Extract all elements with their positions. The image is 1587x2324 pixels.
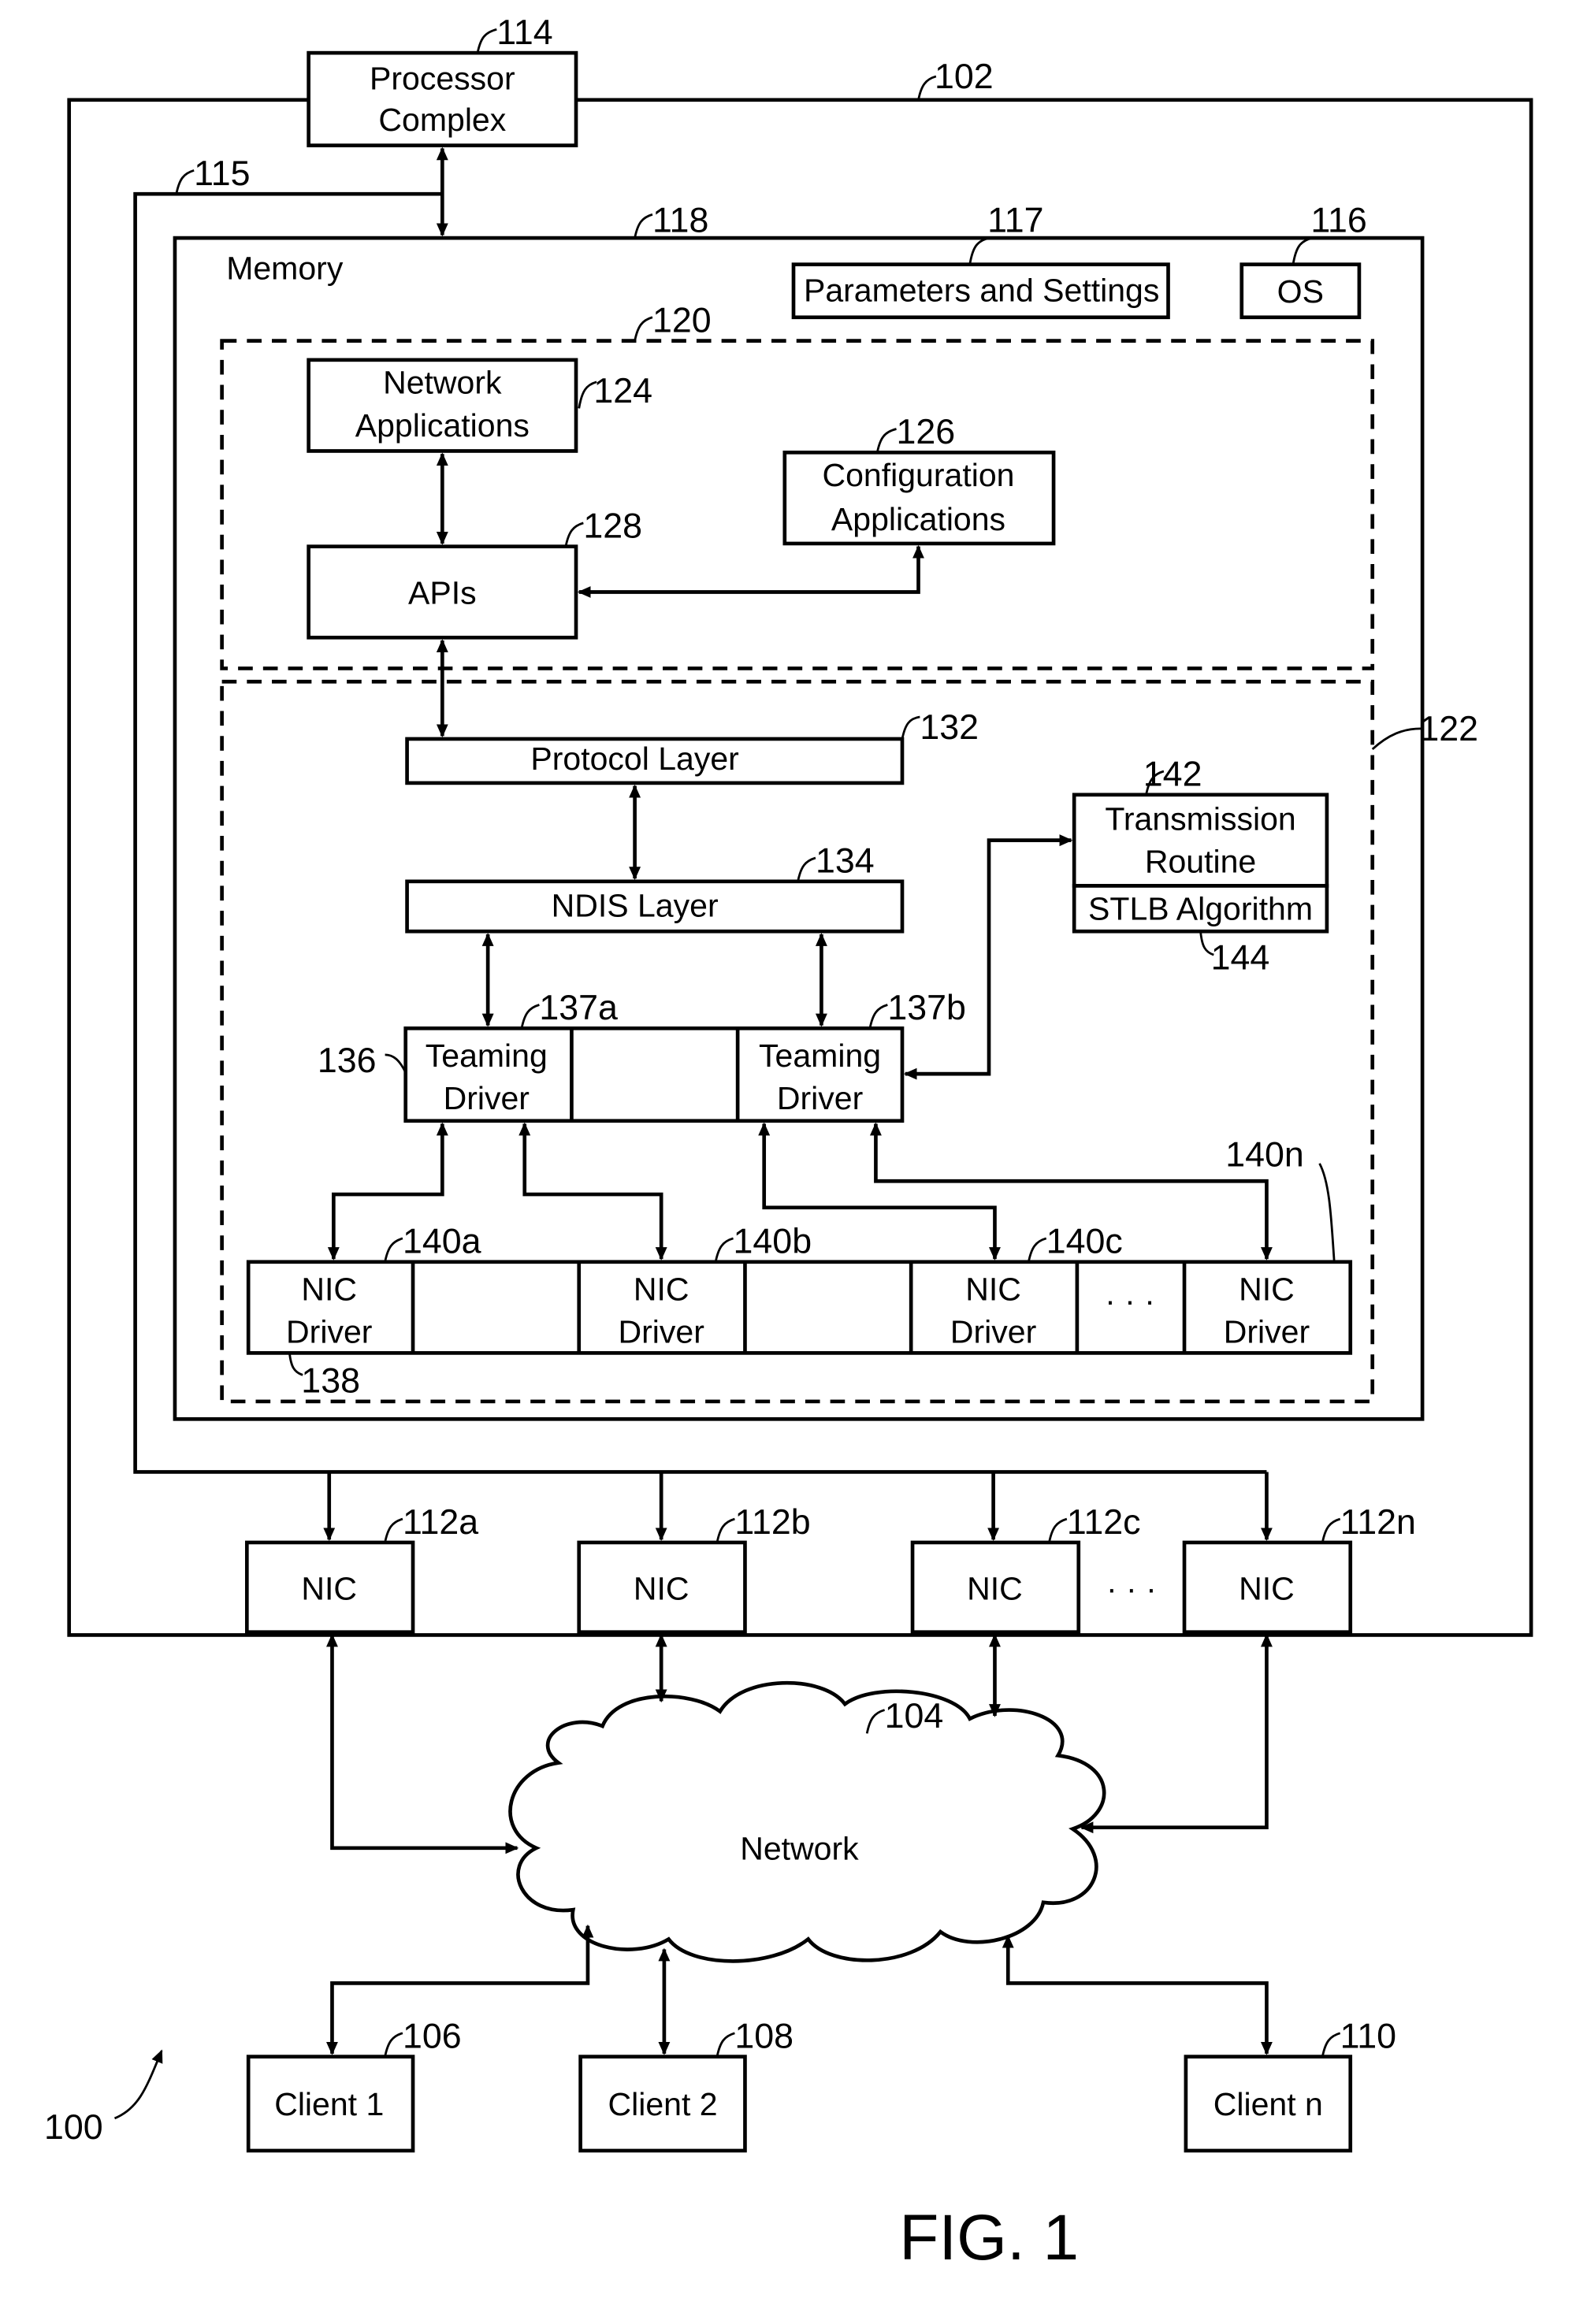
teaming-a-label-2: Driver xyxy=(444,1080,530,1116)
teaming-b-label-2: Driver xyxy=(777,1080,863,1116)
nic-a-network-arrow xyxy=(326,1633,519,1854)
ref-112n: 112n xyxy=(1340,1502,1416,1542)
apis-config-arrow xyxy=(577,544,924,598)
nic-b-label: NIC xyxy=(634,1571,689,1607)
nic-driver-c-2: Driver xyxy=(950,1313,1036,1349)
ref-118: 118 xyxy=(652,201,708,240)
client2-label: Client 2 xyxy=(608,2086,718,2122)
ref-137b: 137b xyxy=(887,988,966,1027)
ref-115: 115 xyxy=(194,154,250,193)
patent-figure: Processor Complex Memory Parameters and … xyxy=(0,0,1587,2324)
ref-112c: 112c xyxy=(1067,1502,1141,1542)
config-apps-label-2: Applications xyxy=(831,501,1005,537)
ref-106: 106 xyxy=(403,2016,462,2055)
nic-driver-n-2: Driver xyxy=(1224,1313,1310,1349)
nic-driver-n-1: NIC xyxy=(1239,1271,1295,1307)
ref-108: 108 xyxy=(734,2016,794,2055)
ref-104: 104 xyxy=(885,1696,944,1736)
ndis-layer-label: NDIS Layer xyxy=(552,888,719,924)
ref-117: 117 xyxy=(987,201,1043,240)
ref-136: 136 xyxy=(318,1041,377,1080)
ref-144: 144 xyxy=(1211,938,1270,978)
transmission-label-2: Routine xyxy=(1145,844,1256,880)
ref-112a: 112a xyxy=(403,1502,478,1542)
nic-driver-a-2: Driver xyxy=(286,1313,372,1349)
teaming-a-label-1: Teaming xyxy=(426,1038,548,1074)
os-label: OS xyxy=(1277,273,1324,310)
parameters-label: Parameters and Settings xyxy=(804,272,1159,308)
stlb-label: STLB Algorithm xyxy=(1088,890,1313,926)
apis-label: APIs xyxy=(408,574,477,611)
network-cloud xyxy=(508,1680,1106,1963)
protocol-layer-label: Protocol Layer xyxy=(530,741,738,777)
ref-140c: 140c xyxy=(1046,1222,1123,1261)
nic-driver-a-1: NIC xyxy=(301,1271,357,1307)
ref-102: 102 xyxy=(935,57,994,96)
ref-116: 116 xyxy=(1310,201,1366,240)
nic-n-label: NIC xyxy=(1239,1571,1295,1607)
ref-140n: 140n xyxy=(1225,1135,1304,1175)
nic-n-network-arrow xyxy=(1080,1633,1273,1834)
nic-driver-c-1: NIC xyxy=(965,1271,1021,1307)
ref-100: 100 xyxy=(44,2107,103,2147)
network-label: Network xyxy=(740,1831,859,1867)
network-apps-label-1: Network xyxy=(383,365,502,401)
client1-label: Client 1 xyxy=(274,2086,384,2122)
ref-112b: 112b xyxy=(734,1502,810,1542)
nic-driver-b-2: Driver xyxy=(618,1313,704,1349)
nic-c-label: NIC xyxy=(967,1571,1023,1607)
network-apps-label-2: Applications xyxy=(355,407,530,444)
ref-140b: 140b xyxy=(734,1222,812,1261)
config-apps-label-1: Configuration xyxy=(823,457,1015,493)
processor-label-1: Processor xyxy=(370,61,515,97)
ref-110: 110 xyxy=(1340,2016,1396,2055)
teaming-nic-b-arrow xyxy=(518,1122,667,1260)
ref-120: 120 xyxy=(652,300,712,340)
ref-142: 142 xyxy=(1143,755,1202,794)
clientn-label: Client n xyxy=(1213,2086,1323,2122)
ref-114: 114 xyxy=(496,13,552,52)
transmission-label-1: Transmission xyxy=(1105,801,1295,837)
ref-134: 134 xyxy=(816,841,875,881)
nic-driver-b-1: NIC xyxy=(634,1271,689,1307)
nic-a-label: NIC xyxy=(301,1571,357,1607)
figure-caption: FIG. 1 xyxy=(899,2202,1079,2274)
ref-126: 126 xyxy=(897,412,956,451)
diagram-canvas: Processor Complex Memory Parameters and … xyxy=(44,13,1533,2274)
memory-label: Memory xyxy=(226,250,344,286)
teaming-b-label-1: Teaming xyxy=(759,1038,881,1074)
ref-128: 128 xyxy=(583,506,642,545)
ref-138: 138 xyxy=(301,1361,360,1401)
teaming-transmission-arrow xyxy=(903,834,1073,1080)
nic-ellipsis: · · · xyxy=(1106,1571,1157,1607)
ref-140a: 140a xyxy=(403,1222,481,1261)
clientn-network-arrow xyxy=(1002,1934,1273,2055)
ref-124: 124 xyxy=(593,371,652,410)
ref-137a: 137a xyxy=(539,988,618,1027)
nic-driver-ellipsis: · · · xyxy=(1105,1283,1155,1319)
ref-132: 132 xyxy=(920,707,979,747)
processor-label-2: Complex xyxy=(378,102,506,138)
ref-122: 122 xyxy=(1419,709,1478,748)
